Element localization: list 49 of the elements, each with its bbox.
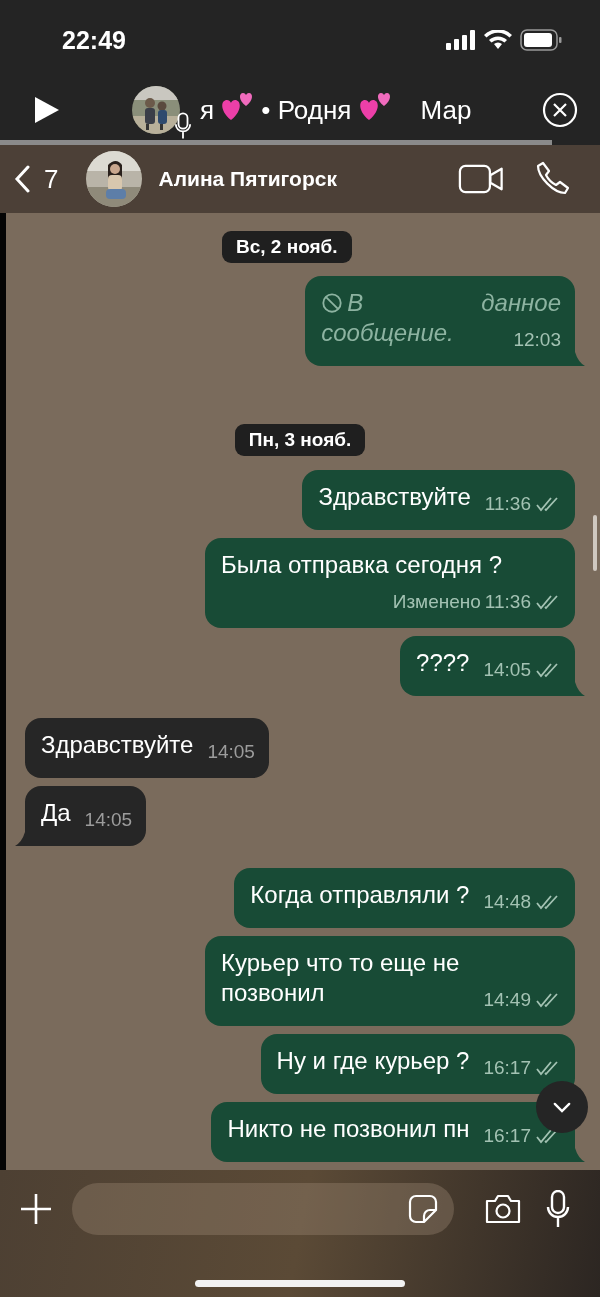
message-text: Была отправка сегодня ? — [221, 551, 502, 578]
clock-time: 22:49 — [62, 25, 126, 55]
camera-icon[interactable] — [484, 1194, 522, 1224]
message-text: ???? — [416, 649, 470, 676]
contact-name: Алина Пятигорск — [158, 167, 338, 191]
back-button[interactable]: 7 — [14, 163, 59, 195]
plus-icon[interactable] — [20, 1193, 52, 1225]
message-time: 14:05 — [84, 808, 133, 832]
message-time: 11:36 — [484, 492, 531, 516]
message-time: 11:36 — [484, 590, 531, 614]
edited-label: Изменено — [392, 590, 481, 614]
audio-title: • Родня — [261, 94, 353, 126]
sticker-icon[interactable] — [408, 1194, 438, 1224]
date-label: Вс, 2 нояб. — [222, 231, 352, 263]
message-time: 14:05 — [483, 658, 531, 682]
chevron-down-icon — [553, 1101, 571, 1113]
audio-title: я — [200, 94, 216, 126]
message-time: 16:17 — [483, 1124, 531, 1148]
chevron-left-icon — [14, 165, 30, 193]
phone-icon[interactable] — [534, 161, 570, 197]
signal-icon — [446, 30, 476, 50]
message-text: Ну и где курьер ? — [276, 1047, 470, 1074]
message-text: Никто не позвонил пн — [227, 1115, 470, 1142]
blocked-icon — [321, 292, 344, 314]
message-text: Здравствуйте — [318, 483, 471, 510]
deleted-message-text: данное — [481, 289, 561, 316]
message-text: Когда отправляли ? — [250, 881, 470, 908]
play-icon[interactable] — [34, 96, 60, 124]
scroll-down-button[interactable] — [536, 1081, 588, 1133]
message-input[interactable] — [72, 1183, 454, 1235]
video-camera-icon[interactable] — [458, 164, 504, 194]
message-time: 14:49 — [483, 988, 531, 1012]
wifi-icon — [484, 30, 512, 50]
hearts-icon — [358, 92, 393, 122]
deleted-message-text: В — [347, 289, 364, 316]
message-text: Да — [41, 799, 71, 826]
deleted-message-text: сообщение. — [321, 319, 454, 346]
battery-icon — [520, 29, 562, 51]
microphone-icon[interactable] — [546, 1190, 570, 1228]
message-time: 12:03 — [513, 328, 561, 352]
message-time: 14:48 — [483, 890, 531, 914]
message-text: Здравствуйте — [41, 731, 194, 758]
date-label: Пн, 3 нояб. — [234, 424, 366, 456]
message-text: Курьер что то еще не позвонил — [221, 949, 460, 1006]
message-time: 14:05 — [207, 740, 255, 764]
audio-title: Мар — [420, 94, 472, 126]
scroll-indicator — [593, 515, 597, 571]
close-icon[interactable] — [542, 92, 578, 128]
message-time: 16:17 — [483, 1056, 531, 1080]
